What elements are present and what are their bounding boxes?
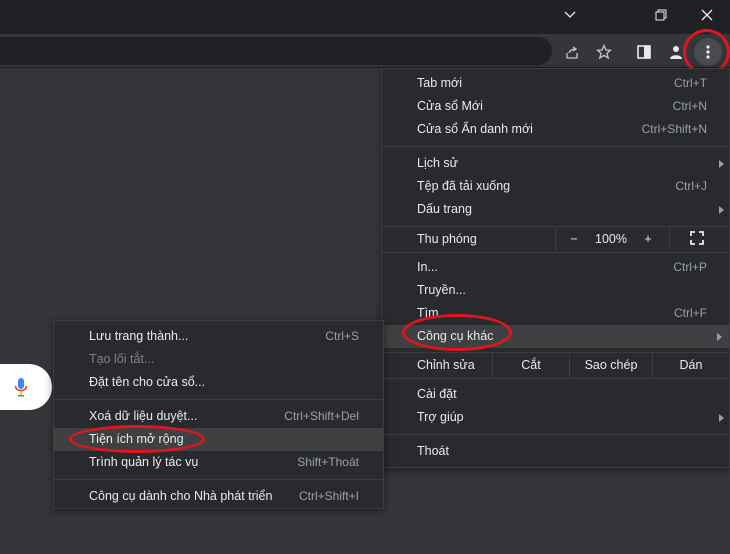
submenu-arrow-icon [717,333,722,341]
cut-button[interactable]: Cắt [493,354,569,376]
submenu-item-name-window[interactable]: Đặt tên cho cửa sổ... [54,371,383,394]
menu-item-shortcut: Ctrl+P [673,260,707,274]
menu-item-help[interactable]: Trợ giúp [382,406,730,429]
paste-button[interactable]: Dán [653,354,729,376]
menu-item-shortcut: Ctrl+S [325,329,359,343]
fullscreen-icon[interactable] [690,231,704,245]
menu-item-label: Tab mới [417,76,463,90]
menu-item-label: Thoát [417,444,449,458]
menu-item-shortcut: Ctrl+N [672,99,707,113]
menu-item-label: Cửa sổ Mới [417,99,483,113]
edit-label: Chỉnh sửa [417,358,475,372]
menu-item-downloads[interactable]: Tệp đã tải xuống Ctrl+J [382,175,730,198]
submenu-item-create-shortcut: Tạo lối tắt... [54,348,383,371]
menu-item-history[interactable]: Lịch sử [382,152,730,175]
voice-search-icon[interactable] [14,377,28,399]
menu-item-new-window[interactable]: Cửa sổ Mới Ctrl+N [382,95,730,118]
menu-separator [382,378,730,379]
menu-item-label: Cửa sổ Ẩn danh mới [417,122,533,136]
menu-separator [382,146,730,147]
menu-item-label: Cài đặt [417,387,457,401]
zoom-level-value: 100% [595,232,627,246]
menu-item-label: In... [417,260,438,274]
menu-item-shortcut: Ctrl+F [674,306,707,320]
highlight-ring-extensions [69,425,205,453]
menu-item-cast[interactable]: Truyền... [382,279,730,302]
zoom-out-button[interactable]: − [562,228,586,250]
menu-separator [382,434,730,435]
menu-item-new-incognito[interactable]: Cửa sổ Ẩn danh mới Ctrl+Shift+N [382,118,730,141]
menu-separator [382,352,730,353]
side-panel-icon[interactable] [630,38,658,66]
submenu-item-task-manager[interactable]: Trình quản lý tác vụ Shift+Thoát [54,451,383,474]
star-icon[interactable] [590,38,618,66]
menu-item-label: Truyền... [417,283,466,297]
submenu-arrow-icon [719,414,724,422]
menu-separator [382,252,730,253]
title-bar [0,0,730,34]
menu-row-zoom: Thu phóng [382,228,730,251]
chrome-main-menu: Tab mới Ctrl+T Cửa sổ Mới Ctrl+N Cửa sổ Ẩn… [381,68,730,468]
submenu-item-clear-browsing-data[interactable]: Xoá dữ liệu duyệt... Ctrl+Shift+Del [54,405,383,428]
menu-item-settings[interactable]: Cài đặt [382,383,730,406]
menu-item-new-tab[interactable]: Tab mới Ctrl+T [382,72,730,95]
menu-item-exit[interactable]: Thoát [382,440,730,463]
submenu-arrow-icon [719,206,724,214]
zoom-divider [555,227,556,251]
minimize-icon[interactable] [547,0,593,30]
zoom-divider [669,227,670,251]
address-bar[interactable] [0,37,552,65]
menu-item-label: Tạo lối tắt... [89,352,155,366]
menu-item-shortcut: Ctrl+Shift+N [641,122,707,136]
menu-item-print[interactable]: In... Ctrl+P [382,256,730,279]
menu-item-label: Tệp đã tải xuống [417,179,511,193]
zoom-in-button[interactable]: + [636,228,660,250]
submenu-item-developer-tools[interactable]: Công cụ dành cho Nhà phát triển Ctrl+Shif… [54,485,383,508]
share-icon[interactable] [558,38,586,66]
menu-item-label: Đặt tên cho cửa sổ... [89,375,206,389]
more-tools-submenu: Lưu trang thành... Ctrl+S Tạo lối tắt... … [53,320,384,509]
menu-item-shortcut: Shift+Thoát [297,455,359,469]
menu-item-shortcut: Ctrl+J [675,179,707,193]
menu-separator [382,226,730,227]
submenu-arrow-icon [719,160,724,168]
submenu-item-save-page[interactable]: Lưu trang thành... Ctrl+S [54,325,383,348]
highlight-ring-more-tools [402,314,512,351]
copy-button[interactable]: Sao chép [570,354,652,376]
menu-item-label: Lịch sử [417,156,459,170]
menu-item-bookmarks[interactable]: Dấu trang [382,198,730,221]
menu-item-label: Trợ giúp [417,410,464,424]
menu-item-shortcut: Ctrl+Shift+Del [284,409,359,423]
menu-item-shortcut: Ctrl+Shift+I [298,489,359,503]
menu-item-label: Trình quản lý tác vụ [89,455,199,469]
menu-separator [54,399,383,400]
restore-icon[interactable] [638,0,684,30]
menu-item-label: Dấu trang [417,202,472,216]
close-icon[interactable] [684,0,730,30]
menu-separator [54,479,383,480]
menu-item-label: Lưu trang thành... [89,329,189,343]
zoom-label: Thu phóng [417,232,477,246]
menu-item-label: Công cụ dành cho Nhà phát triển [89,489,273,503]
menu-item-shortcut: Ctrl+T [674,76,707,90]
